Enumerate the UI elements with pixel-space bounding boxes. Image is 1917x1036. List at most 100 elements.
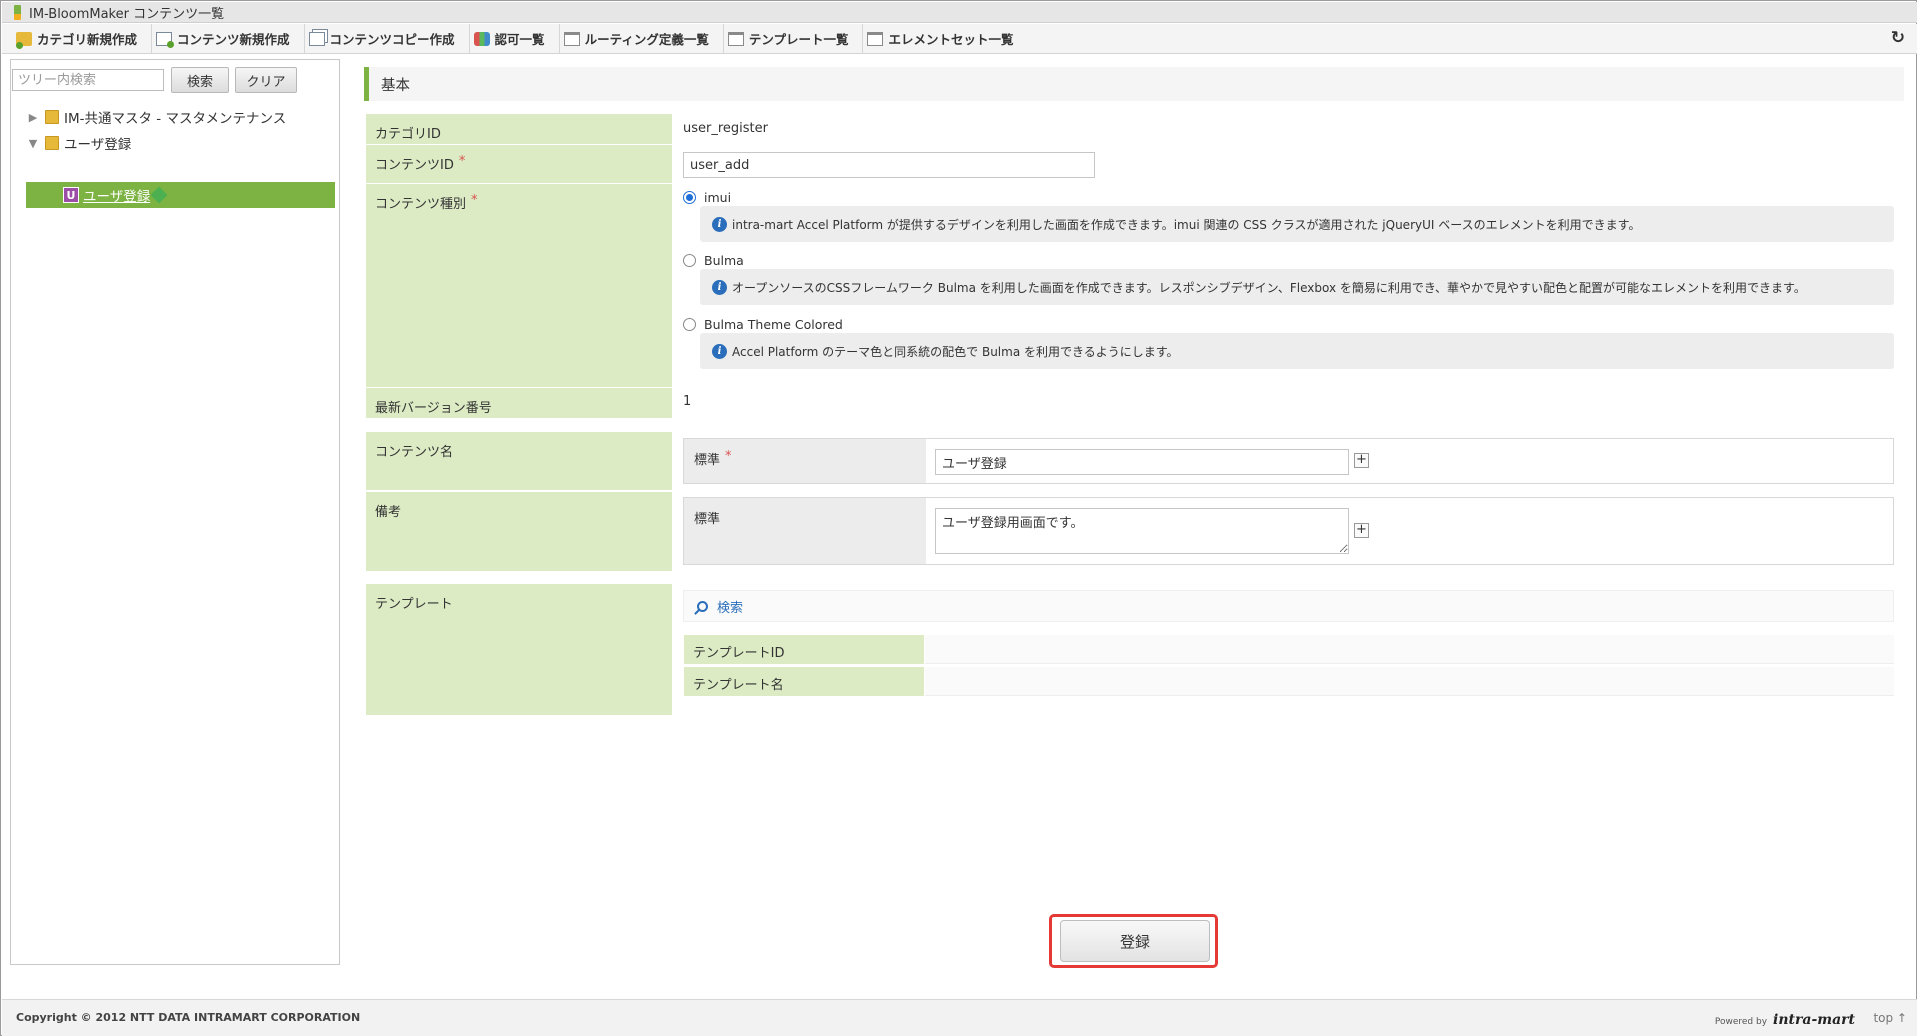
copy-icon [308,31,325,46]
tree-search-input[interactable] [12,69,164,91]
collapse-arrow-icon[interactable]: ▼ [27,137,39,150]
intra-mart-logo: intra-mart [1773,1012,1855,1028]
latest-version-label: 最新バージョン番号 [366,388,672,418]
content-name-field[interactable] [935,449,1349,475]
tree-node-label: IM-共通マスタ - マスタメンテナンス [64,111,287,127]
required-mark: * [471,193,478,208]
tree-node-label: ユーザ登録 [64,137,132,153]
tree-node-common-master[interactable]: ▶ IM-共通マスタ - マスタメンテナンス [11,104,339,130]
tree-search-button[interactable]: 検索 [171,67,229,93]
info-icon: i [712,343,727,359]
toolbar-item-label: カテゴリ新規作成 [37,32,138,47]
toolbar-item-label: テンプレート一覧 [748,32,849,47]
powered-by: Powered by intra-mart [1715,1012,1855,1028]
toolbar-authorization-list[interactable]: 認可一覧 [470,23,560,54]
search-icon [697,600,708,612]
toolbar-item-label: コンテンツ新規作成 [177,32,290,47]
copyright-text: Copyright © 2012 NTT DATA INTRAMART CORP… [16,1011,361,1024]
add-locale-button[interactable]: + [1354,523,1369,538]
template-label: テンプレート [366,584,672,715]
section-header: 基本 [364,67,1904,101]
register-button[interactable]: 登録 [1060,920,1210,962]
folder-icon [45,110,59,124]
toolbar: カテゴリ新規作成 コンテンツ新規作成 コンテンツコピー作成 認可一覧 ルーティン… [2,23,1917,54]
radio-bulma-theme-colored-label[interactable]: Bulma Theme Colored [704,317,843,332]
back-to-top-link[interactable]: top ↑ [1873,1011,1907,1025]
authorization-icon [473,31,490,46]
required-mark: * [458,154,466,169]
remarks-field[interactable]: ユーザ登録用画面です。 [935,508,1349,554]
tree-clear-button[interactable]: クリア [235,67,297,93]
footer: Copyright © 2012 NTT DATA INTRAMART CORP… [2,999,1917,1036]
radio-bulma[interactable] [683,254,696,267]
tree-panel: 検索 クリア ▶ IM-共通マスタ - マスタメンテナンス ▼ ユーザ登録 U … [10,59,340,965]
category-id-label: カテゴリID [366,114,672,144]
template-search-bar: 検索 [683,590,1894,622]
folder-add-icon [16,31,32,49]
content-id-field[interactable] [683,152,1095,178]
window-icon [867,31,884,46]
toolbar-content-new[interactable]: コンテンツ新規作成 [152,23,305,54]
selected-content-label[interactable]: ユーザ登録 [83,185,150,205]
info-bulma-theme-colored: i Accel Platform のテーマ色と同系統の配色で Bulma を利用… [700,333,1894,369]
template-id-label: テンプレートID [684,635,924,664]
remarks-sub-label: 標準 [684,498,926,564]
latest-version-label-text: 最新バージョン番号 [375,401,492,416]
latest-version-value: 1 [683,394,692,409]
category-tree: ▶ IM-共通マスタ - マスタメンテナンス ▼ ユーザ登録 [11,104,339,156]
toolbar-content-copy[interactable]: コンテンツコピー作成 [305,23,470,54]
refresh-icon[interactable]: ↻ [1891,28,1905,48]
folder-icon [45,136,59,150]
toolbar-routing-list[interactable]: ルーティング定義一覧 [560,23,724,54]
expand-arrow-icon[interactable]: ▶ [27,111,39,124]
sub-label-text: 標準 [694,512,721,527]
toolbar-item-label: ルーティング定義一覧 [584,32,709,47]
sub-label-text: 標準 [694,453,721,468]
template-name-label: テンプレート名 [684,667,924,696]
toolbar-item-label: 認可一覧 [494,32,545,47]
edit-pencil-icon [150,186,168,204]
content-name-sub-label: 標準 * [684,439,926,483]
category-id-value: user_register [683,121,768,136]
info-icon: i [712,279,727,295]
template-id-value [925,635,1894,664]
template-label-text: テンプレート [375,597,453,612]
add-locale-button[interactable]: + [1354,453,1369,468]
page-add-icon [156,31,175,48]
powered-by-text: Powered by [1714,1017,1768,1027]
info-text: intra-mart Accel Platform が提供するデザインを利用した… [732,217,1641,232]
radio-imui[interactable] [683,191,696,204]
window-icon [727,31,744,46]
info-imui: i intra-mart Accel Platform が提供するデザインを利用… [700,206,1894,242]
content-id-label-text: コンテンツID [375,158,454,173]
toolbar-elementset-list[interactable]: エレメントセット一覧 [863,24,1027,54]
window-title: IM-BloomMaker コンテンツ一覧 [29,6,225,22]
radio-imui-label[interactable]: imui [704,190,731,205]
app-window: IM-BloomMaker コンテンツ一覧 カテゴリ新規作成 コンテンツ新規作成… [0,0,1917,1036]
content-type-badge: U [63,187,79,203]
bloommaker-logo-icon [14,4,21,20]
toolbar-category-new[interactable]: カテゴリ新規作成 [12,23,153,54]
radio-bulma-label[interactable]: Bulma [704,253,744,268]
window-icon [563,31,580,46]
content-id-label: コンテンツID * [366,145,672,183]
title-bar: IM-BloomMaker コンテンツ一覧 [2,2,1917,23]
content-name-label: コンテンツ名 [366,432,672,490]
required-mark: * [725,449,732,464]
info-text: Accel Platform のテーマ色と同系統の配色で Bulma を利用でき… [732,344,1179,359]
toolbar-template-list[interactable]: テンプレート一覧 [724,23,864,54]
template-name-value [925,667,1894,696]
remarks-label-text: 備考 [375,505,402,520]
content-name-label-text: コンテンツ名 [375,445,454,460]
remarks-label: 備考 [366,492,672,571]
info-bulma: i オープンソースのCSSフレームワーク Bulma を利用した画面を作成できま… [700,269,1894,305]
tree-node-selected-content[interactable]: U ユーザ登録 [26,182,335,208]
info-icon: i [712,216,727,232]
category-id-label-text: カテゴリID [375,127,441,142]
toolbar-item-label: コンテンツコピー作成 [329,32,455,47]
template-search-link[interactable]: 検索 [717,597,743,616]
tree-node-user-register[interactable]: ▼ ユーザ登録 [11,130,339,156]
radio-bulma-theme-colored[interactable] [683,318,696,331]
content-type-label: コンテンツ種別 * [366,184,672,387]
section-title: 基本 [381,77,410,94]
